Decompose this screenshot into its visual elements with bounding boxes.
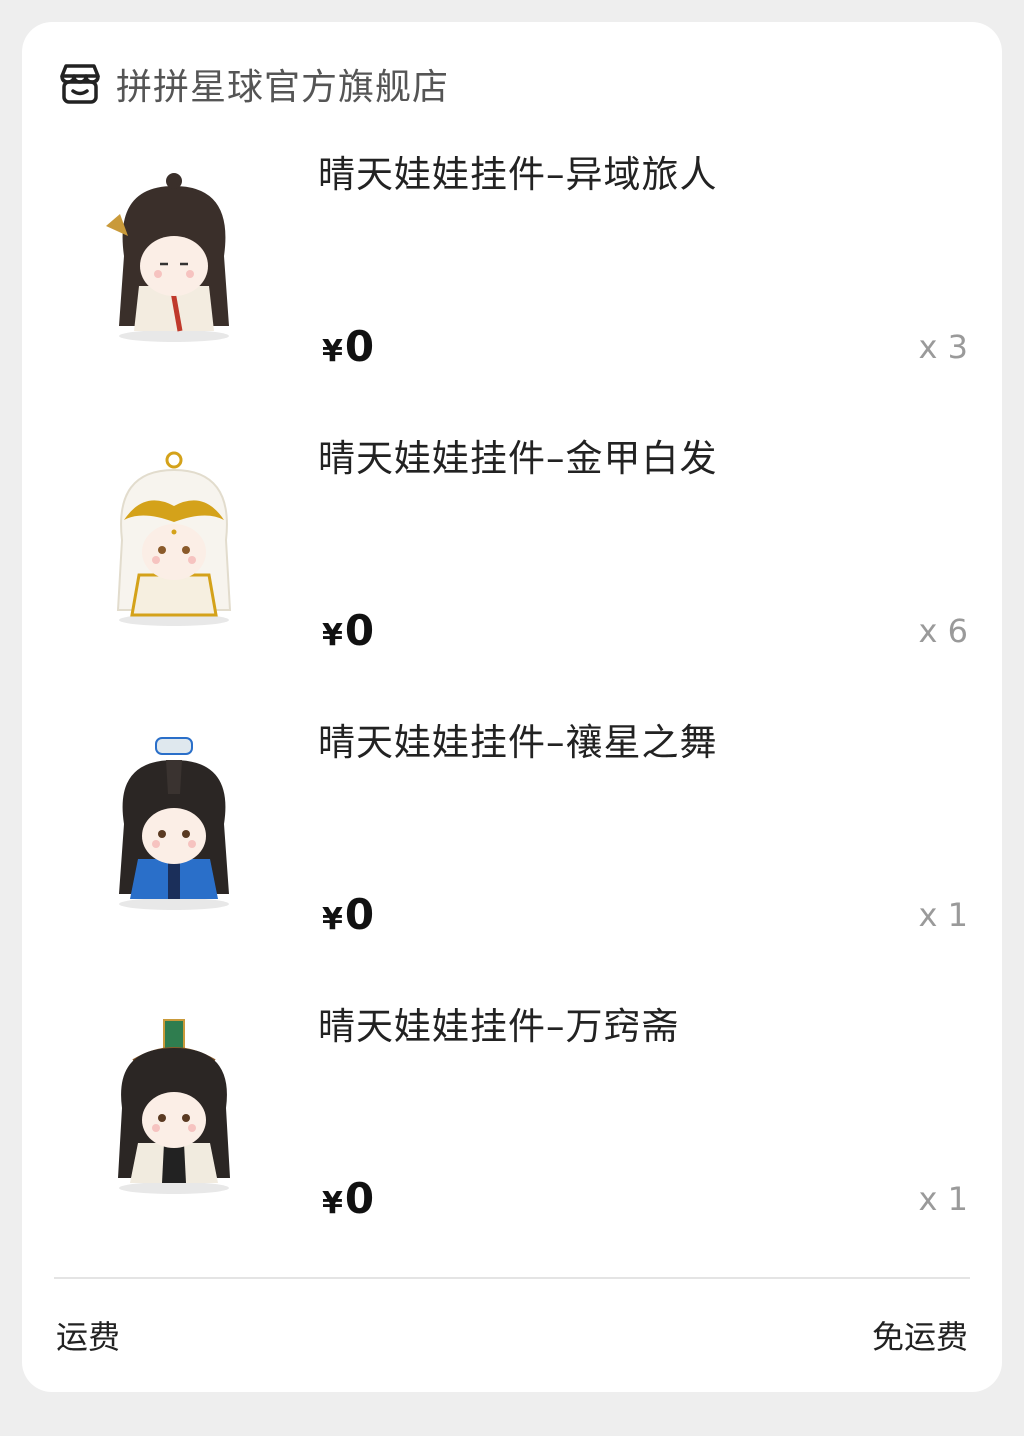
store-name: 拼拼星球官方旗舰店 — [116, 67, 450, 108]
store-header[interactable]: 拼拼星球官方旗舰店 — [56, 58, 449, 110]
price-value: 0 — [344, 322, 375, 371]
price-value: 0 — [344, 1174, 375, 1223]
product-quantity: x 3 — [918, 328, 968, 366]
product-quantity: x 6 — [918, 612, 968, 650]
product-price: ¥ 0 — [322, 322, 374, 371]
product-price: ¥ 0 — [322, 890, 374, 939]
product-title[interactable]: 晴天娃娃挂件–万窍斋 — [318, 996, 680, 1050]
product-thumbnail[interactable] — [94, 734, 254, 914]
store-icon — [60, 64, 100, 104]
currency-symbol: ¥ — [322, 902, 343, 937]
list-item[interactable]: 晴天娃娃挂件–金甲白发 ¥ 0 x 6 — [22, 426, 1002, 710]
product-thumbnail[interactable] — [94, 1018, 254, 1198]
product-thumbnail[interactable] — [94, 450, 254, 630]
shipping-label: 运费 — [56, 1318, 121, 1356]
list-item[interactable]: 晴天娃娃挂件–万窍斋 ¥ 0 x 1 — [22, 994, 1002, 1278]
product-price: ¥ 0 — [322, 606, 374, 655]
doll-figure-icon — [118, 1019, 230, 1194]
product-thumbnail[interactable] — [94, 166, 254, 346]
currency-symbol: ¥ — [322, 1186, 343, 1221]
product-title[interactable]: 晴天娃娃挂件–异域旅人 — [318, 144, 718, 198]
order-card: 拼拼星球官方旗舰店 晴天娃娃挂件–异域旅人 ¥ 0 x 3 晴天娃娃挂件–金甲白… — [22, 22, 1002, 1392]
list-item[interactable]: 晴天娃娃挂件–禳星之舞 ¥ 0 x 1 — [22, 710, 1002, 994]
product-price: ¥ 0 — [322, 1174, 374, 1223]
product-quantity: x 1 — [918, 896, 968, 934]
product-quantity: x 1 — [918, 1180, 968, 1218]
currency-symbol: ¥ — [322, 334, 343, 369]
price-value: 0 — [344, 890, 375, 939]
product-title[interactable]: 晴天娃娃挂件–禳星之舞 — [318, 712, 718, 766]
shipping-value: 免运费 — [871, 1318, 968, 1356]
doll-figure-icon — [116, 451, 232, 626]
list-item[interactable]: 晴天娃娃挂件–异域旅人 ¥ 0 x 3 — [22, 142, 1002, 426]
doll-figure-icon — [106, 173, 229, 342]
price-value: 0 — [344, 606, 375, 655]
product-title[interactable]: 晴天娃娃挂件–金甲白发 — [318, 428, 718, 482]
divider — [54, 1277, 970, 1279]
currency-symbol: ¥ — [322, 618, 343, 653]
doll-figure-icon — [119, 737, 229, 910]
